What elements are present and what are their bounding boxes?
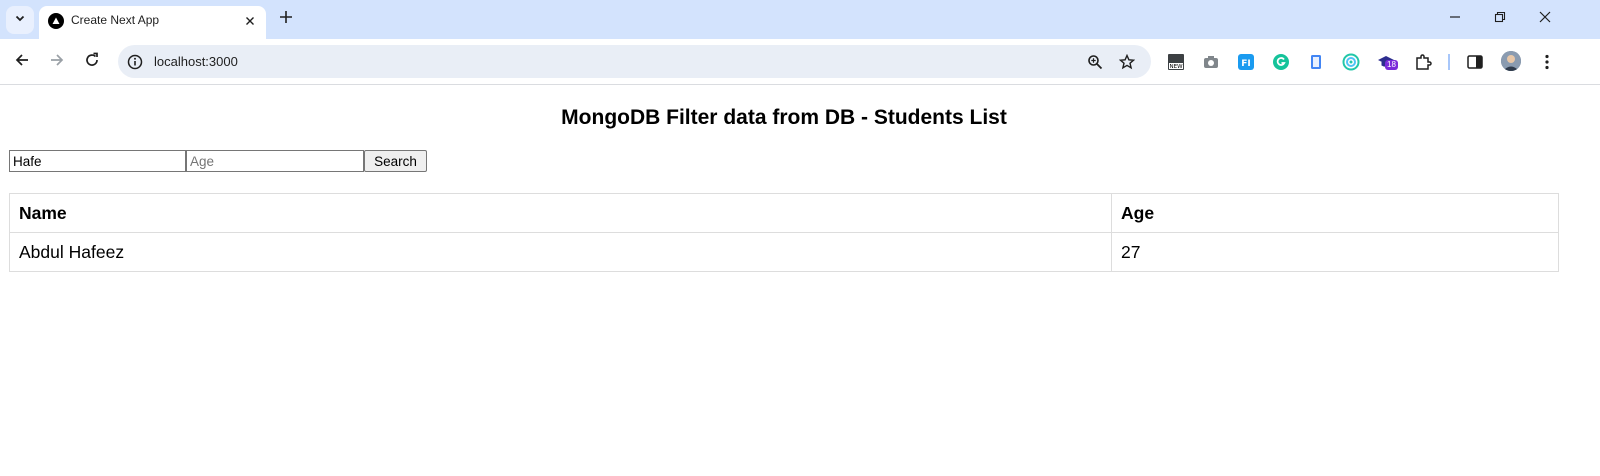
fi-extension-icon[interactable]: FI bbox=[1236, 52, 1256, 72]
graduation-cap-extension-icon[interactable]: 18 bbox=[1376, 52, 1398, 72]
table-row: Abdul Hafeez 27 bbox=[9, 232, 1559, 272]
svg-text:NEW: NEW bbox=[1169, 64, 1183, 70]
clipboard-extension-icon[interactable] bbox=[1306, 52, 1326, 72]
target-extension-icon[interactable] bbox=[1341, 52, 1361, 72]
site-info-icon[interactable] bbox=[126, 53, 144, 71]
browser-tab[interactable]: Create Next App bbox=[39, 6, 266, 39]
bookmark-star-icon[interactable] bbox=[1117, 52, 1137, 72]
tab-strip: Create Next App bbox=[0, 0, 1600, 39]
name-filter-input[interactable] bbox=[9, 150, 186, 172]
reload-icon bbox=[84, 52, 100, 73]
column-header-age: Age bbox=[1111, 193, 1559, 233]
new-tab-button[interactable] bbox=[276, 9, 296, 29]
tab-search-button[interactable] bbox=[6, 6, 34, 34]
student-name-cell: Abdul Hafeez bbox=[9, 232, 1112, 272]
table-header-row: Name Age bbox=[9, 193, 1559, 233]
close-window-button[interactable] bbox=[1535, 9, 1555, 29]
close-window-icon bbox=[1539, 10, 1551, 28]
profile-avatar[interactable] bbox=[1501, 51, 1521, 71]
age-filter-input[interactable] bbox=[186, 150, 364, 172]
search-button[interactable]: Search bbox=[364, 150, 427, 172]
restore-icon bbox=[1494, 10, 1506, 28]
tab-title: Create Next App bbox=[71, 13, 160, 27]
student-age-cell: 27 bbox=[1111, 232, 1559, 272]
restore-button[interactable] bbox=[1490, 9, 1510, 29]
grammarly-icon[interactable] bbox=[1271, 52, 1291, 72]
toolbar-divider bbox=[1448, 54, 1450, 70]
filter-form: Search bbox=[9, 150, 427, 173]
puzzle-icon[interactable] bbox=[1413, 52, 1433, 72]
page-content: MongoDB Filter data from DB - Students L… bbox=[0, 85, 1600, 476]
arrow-left-icon bbox=[14, 52, 30, 73]
new-badge-extension-icon[interactable]: NEW bbox=[1166, 52, 1186, 72]
minimize-button[interactable] bbox=[1445, 9, 1465, 29]
minimize-icon bbox=[1449, 10, 1461, 28]
more-menu-icon[interactable] bbox=[1537, 52, 1557, 72]
zoom-icon[interactable] bbox=[1085, 52, 1105, 72]
browser-toolbar: localhost:3000 NEW FI 18 bbox=[0, 39, 1600, 85]
students-table: Name Age Abdul Hafeez 27 bbox=[9, 193, 1559, 272]
column-header-name: Name bbox=[9, 193, 1112, 233]
chevron-down-icon bbox=[14, 11, 26, 29]
plus-icon bbox=[279, 10, 293, 29]
camera-icon[interactable] bbox=[1201, 52, 1221, 72]
back-button[interactable] bbox=[11, 51, 33, 73]
side-panel-icon[interactable] bbox=[1465, 52, 1485, 72]
svg-text:FI: FI bbox=[1241, 59, 1251, 69]
page-title: MongoDB Filter data from DB - Students L… bbox=[561, 106, 1007, 129]
nextjs-favicon-icon bbox=[48, 13, 64, 29]
extension-badge-count: 18 bbox=[1385, 60, 1398, 70]
address-bar[interactable]: localhost:3000 bbox=[118, 45, 1151, 78]
reload-button[interactable] bbox=[81, 51, 103, 73]
arrow-right-icon bbox=[49, 52, 65, 73]
url-text: localhost:3000 bbox=[154, 54, 238, 69]
forward-button[interactable] bbox=[46, 51, 68, 73]
close-icon[interactable] bbox=[242, 13, 258, 29]
